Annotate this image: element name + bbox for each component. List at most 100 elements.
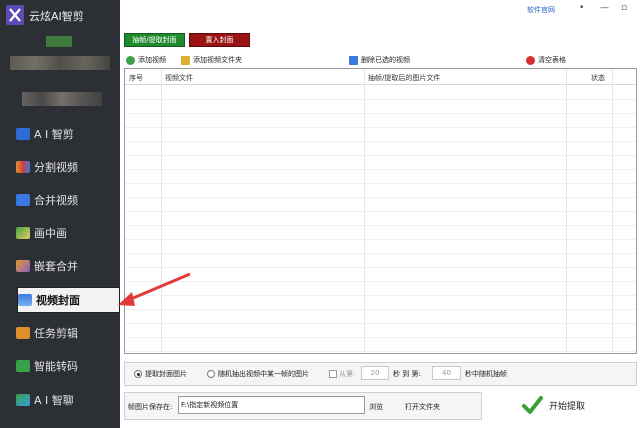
picture-in-picture-icon xyxy=(16,227,30,239)
radio-selected-icon xyxy=(134,370,142,378)
remove-selected-label: 删除已选的视频 xyxy=(361,56,410,64)
table-row-line xyxy=(125,267,636,268)
blurred-user-info xyxy=(10,56,110,70)
random-label-group: 秒中随机抽帧 xyxy=(465,369,507,379)
random-seconds-label: 秒中随机抽帧 xyxy=(465,370,507,378)
merge-icon xyxy=(16,194,30,206)
table-row-line xyxy=(125,225,636,226)
table-row-line xyxy=(125,211,636,212)
table-row-line xyxy=(125,127,636,128)
add-folder-button[interactable]: 添加视频文件夹 xyxy=(181,55,242,65)
sidebar-item-label: 视频封面 xyxy=(36,294,80,307)
task-icon xyxy=(16,327,30,339)
open-folder-button[interactable]: 打开文件夹 xyxy=(405,402,440,412)
clear-icon xyxy=(526,55,535,65)
sidebar-item-label: A I 智聊 xyxy=(34,394,74,407)
sidebar-item-label: 智能转码 xyxy=(34,360,78,373)
sidebar-item-pip[interactable]: 画中画 xyxy=(16,220,120,246)
sidebar-item-ai-edit[interactable]: A I 智剪 xyxy=(16,121,120,147)
checkmark-icon xyxy=(522,396,543,414)
to-label: 秒 到 第: xyxy=(393,370,421,378)
table-row-line xyxy=(125,155,636,156)
app-title: 云炫AI智剪 xyxy=(29,10,84,23)
sidebar-item-label: 任务剪辑 xyxy=(34,327,78,340)
table-row-line xyxy=(125,141,636,142)
folder-icon xyxy=(181,55,190,65)
table-header: 序号 视频文件 抽帧/提取后的图片文件 状态 xyxy=(125,69,636,85)
add-icon xyxy=(126,55,135,65)
table-row-line xyxy=(125,309,636,310)
start-extract-label: 开始提取 xyxy=(549,401,586,412)
save-path-input[interactable]: F:\指定新视频位置 xyxy=(178,396,365,414)
table-row-line xyxy=(125,295,636,296)
table-row-line xyxy=(125,197,636,198)
sidebar-item-ai-chat[interactable]: A I 智聊 xyxy=(16,387,120,413)
table-row-line xyxy=(125,99,636,100)
blurred-avatar xyxy=(46,36,72,47)
title-bar xyxy=(120,0,642,20)
table-row-line xyxy=(125,351,636,352)
table-row-line xyxy=(125,169,636,170)
add-folder-label: 添加视频文件夹 xyxy=(193,56,242,64)
to-second-input[interactable]: 40 xyxy=(432,366,461,380)
app-header: 云炫AI智剪 xyxy=(0,0,120,30)
table-row-line xyxy=(125,183,636,184)
minimize-button[interactable]: — xyxy=(600,3,609,13)
transcode-icon xyxy=(16,360,30,372)
split-icon xyxy=(16,161,30,173)
sidebar-item-label: 画中画 xyxy=(34,227,67,240)
website-link[interactable]: 软件官网 xyxy=(527,5,555,15)
add-video-button[interactable]: 添加视频 xyxy=(126,55,166,65)
from-checkbox[interactable]: 从第: xyxy=(329,369,355,379)
table-row-line xyxy=(125,239,636,240)
clear-table-button[interactable]: 清空表格 xyxy=(526,55,566,65)
save-path-label: 帧图片保存在: xyxy=(128,403,173,411)
browse-button[interactable]: 浏览 xyxy=(369,402,383,412)
sidebar-item-label: A I 智剪 xyxy=(34,128,74,141)
column-header-video: 视频文件 xyxy=(165,74,193,82)
checkbox-icon xyxy=(329,370,337,378)
extract-cover-label: 提取封面图片 xyxy=(145,370,187,378)
insert-cover-tab[interactable]: 置入封面 xyxy=(189,33,250,47)
sidebar-item-task[interactable]: 任务剪辑 xyxy=(16,320,120,346)
table-row-line xyxy=(125,323,636,324)
table-row-line xyxy=(125,281,636,282)
blurred-account-info xyxy=(22,92,102,106)
from-label: 从第: xyxy=(339,370,356,378)
sidebar-item-nest[interactable]: 嵌套合并 xyxy=(16,253,120,279)
sidebar-item-label: 合并视频 xyxy=(34,194,78,207)
table-row-line xyxy=(125,337,636,338)
column-header-index: 序号 xyxy=(129,74,143,82)
maximize-button[interactable]: ▫ xyxy=(621,3,627,13)
sidebar-item-split[interactable]: 分割视频 xyxy=(16,154,120,180)
app-window: 云炫AI智剪 A I 智剪 分割视频 合并视频 画中画 嵌套合并 视频封面 任务… xyxy=(0,0,642,428)
to-label-group: 秒 到 第: xyxy=(393,369,421,379)
column-header-output: 抽帧/提取后的图片文件 xyxy=(368,74,441,82)
remove-selected-button[interactable]: 删除已选的视频 xyxy=(349,55,410,65)
clear-table-label: 清空表格 xyxy=(538,56,566,64)
cover-icon xyxy=(18,294,32,306)
add-video-label: 添加视频 xyxy=(138,56,166,64)
start-extract-button[interactable]: 开始提取 xyxy=(521,390,599,420)
sidebar-item-merge[interactable]: 合并视频 xyxy=(16,187,120,213)
table-row-line xyxy=(125,253,636,254)
table-row-line xyxy=(125,113,636,114)
app-logo-icon xyxy=(6,5,24,25)
menu-dot-button[interactable]: • xyxy=(579,3,584,13)
sidebar: 云炫AI智剪 A I 智剪 分割视频 合并视频 画中画 嵌套合并 视频封面 任务… xyxy=(0,0,120,428)
sidebar-item-cover[interactable]: 视频封面 xyxy=(17,287,120,313)
radio-unselected-icon xyxy=(207,370,215,378)
from-second-input[interactable]: 20 xyxy=(361,366,389,380)
extract-cover-tab[interactable]: 抽帧/提取封面 xyxy=(124,33,185,47)
random-frame-radio[interactable]: 随机抽出视频中某一帧的图片 xyxy=(207,369,309,379)
chat-icon xyxy=(16,394,30,406)
nest-icon xyxy=(16,260,30,272)
column-header-status: 状态 xyxy=(591,74,605,82)
remove-icon xyxy=(349,55,358,65)
random-frame-label: 随机抽出视频中某一帧的图片 xyxy=(218,370,309,378)
sidebar-item-label: 分割视频 xyxy=(34,161,78,174)
extract-cover-radio[interactable]: 提取封面图片 xyxy=(134,369,187,379)
scissors-icon xyxy=(16,128,30,140)
sidebar-item-transcode[interactable]: 智能转码 xyxy=(16,353,120,379)
video-table[interactable]: 序号 视频文件 抽帧/提取后的图片文件 状态 xyxy=(124,68,637,354)
